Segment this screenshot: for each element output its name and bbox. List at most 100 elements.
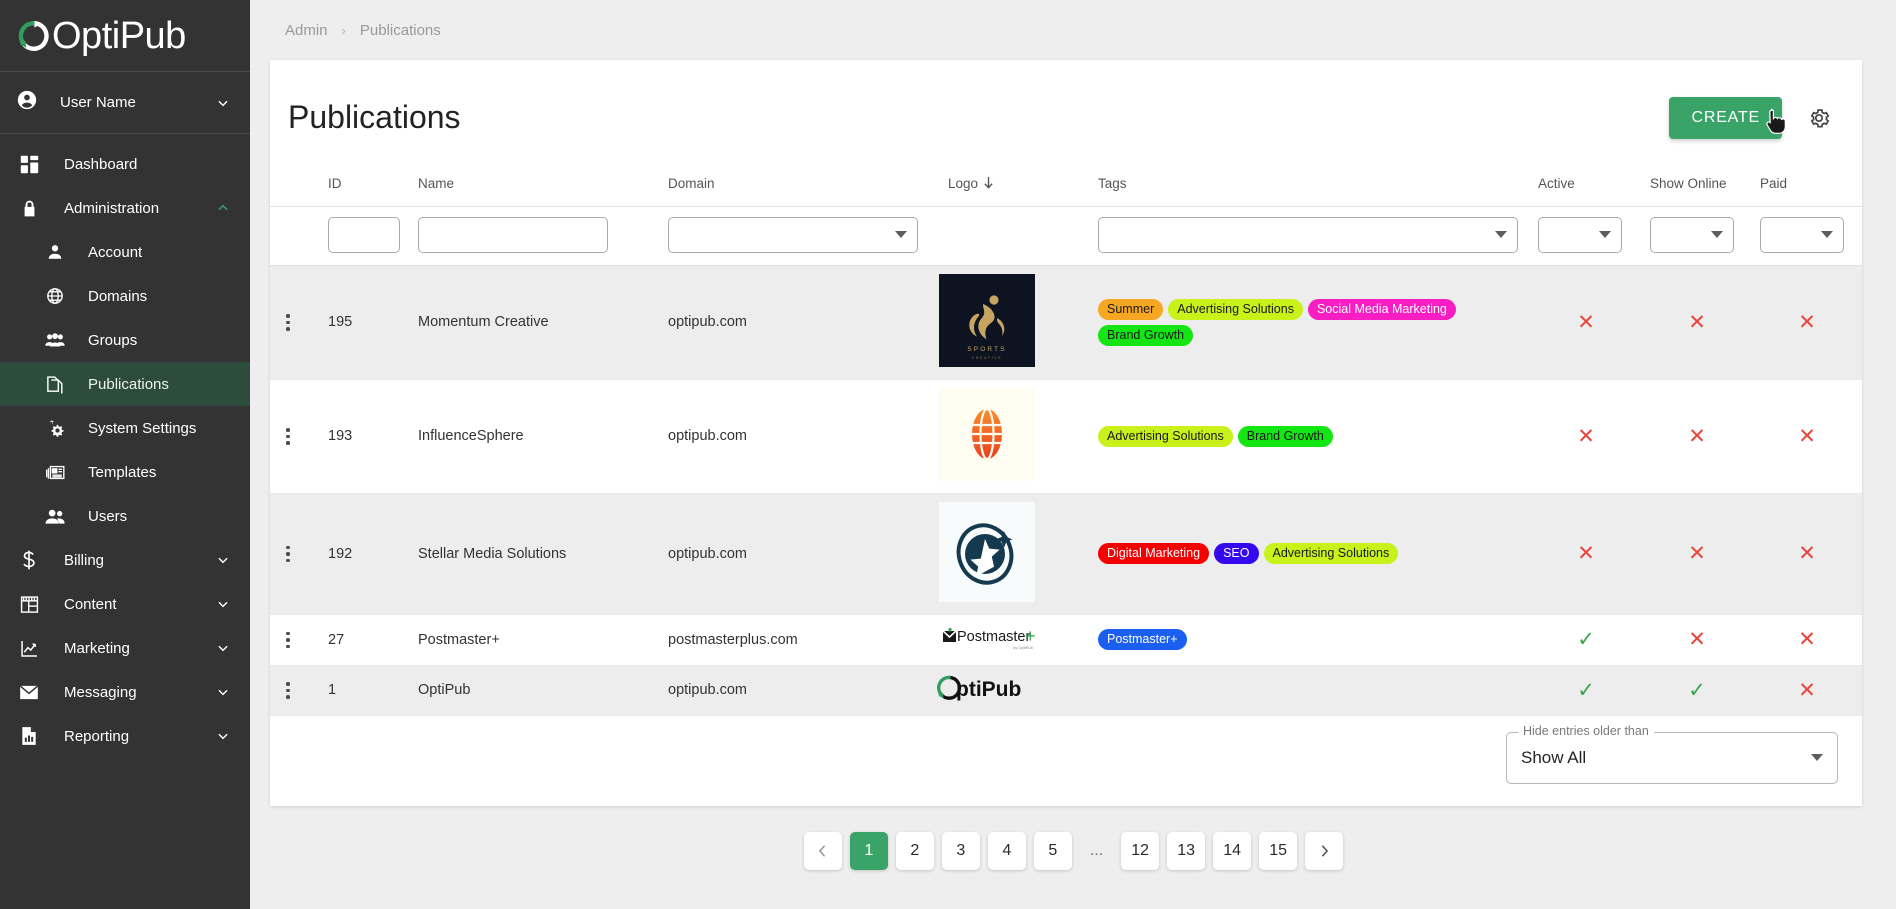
sidebar-item-users[interactable]: Users: [0, 494, 250, 538]
sidebar-item-groups[interactable]: Groups: [0, 318, 250, 362]
tag[interactable]: Brand Growth: [1098, 324, 1194, 346]
hide-entries-older-than-select[interactable]: Hide entries older than Show All: [1506, 723, 1838, 784]
sidebar-item-reporting[interactable]: Reporting: [0, 714, 250, 758]
chevron-right-icon: ›: [341, 22, 346, 38]
cell-domain-text: optipub.com: [668, 545, 747, 562]
pagination-page-12[interactable]: 12: [1121, 831, 1160, 870]
cell-id[interactable]: 195: [320, 265, 410, 380]
sidebar-item-marketing[interactable]: Marketing: [0, 626, 250, 670]
column-header-tags[interactable]: Tags: [1090, 171, 1530, 207]
filter-input-name[interactable]: [418, 216, 608, 253]
status-false-icon: ✕: [1798, 678, 1816, 702]
sidebar-item-billing[interactable]: Billing: [0, 538, 250, 582]
sidebar-item-messaging[interactable]: Messaging: [0, 670, 250, 714]
breadcrumb-publications[interactable]: Publications: [360, 22, 441, 39]
cell-active: ✓: [1530, 614, 1642, 666]
column-header-id[interactable]: ID: [320, 171, 410, 207]
lock-icon: [16, 199, 42, 218]
sidebar-item-administration[interactable]: Administration: [0, 186, 250, 230]
gear-icon[interactable]: [1804, 103, 1834, 133]
row-actions-menu-icon[interactable]: [278, 428, 298, 445]
pagination-page-3[interactable]: 3: [941, 831, 980, 870]
row-actions-menu-icon[interactable]: [278, 682, 298, 699]
brand-logo[interactable]: OptiPub: [0, 0, 250, 72]
tag[interactable]: Advertising Solutions: [1098, 425, 1233, 447]
tag[interactable]: Advertising Solutions: [1263, 543, 1399, 565]
tag[interactable]: Postmaster+: [1098, 629, 1187, 651]
table-row[interactable]: 195 Momentum Creative optipub.com SPORTS…: [270, 265, 1862, 380]
column-header-show-online[interactable]: Show Online: [1642, 171, 1752, 207]
pagination-prev[interactable]: [803, 831, 842, 870]
sidebar-item-label: Users: [88, 507, 128, 525]
column-header-paid[interactable]: Paid: [1752, 171, 1862, 207]
pagination-page-1[interactable]: 1: [849, 831, 888, 870]
chart-line-icon: [16, 639, 42, 658]
sidebar-item-domains[interactable]: Domains: [0, 274, 250, 318]
tag[interactable]: Summer: [1098, 298, 1164, 320]
sidebar-item-label: Billing: [64, 551, 105, 569]
cell-domain-text: optipub.com: [668, 428, 747, 445]
pagination-page-13[interactable]: 13: [1167, 831, 1206, 870]
sidebar-item-account[interactable]: Account: [0, 230, 250, 274]
column-header-menu: [270, 171, 320, 207]
chevron-down-icon: [216, 553, 230, 567]
status-false-icon: ✕: [1577, 424, 1595, 448]
table-row[interactable]: 27 Postmaster+ postmasterplus.com Postma…: [270, 614, 1862, 666]
cell-id[interactable]: 192: [320, 493, 410, 615]
sidebar-item-content[interactable]: Content: [0, 582, 250, 626]
filter-input-id[interactable]: [328, 216, 400, 253]
sidebar-item-templates[interactable]: Templates: [0, 450, 250, 494]
svg-text:ptiPub: ptiPub: [956, 678, 1021, 701]
sidebar-item-label: Reporting: [64, 727, 130, 745]
pagination-page-4[interactable]: 4: [987, 831, 1026, 870]
cell-id[interactable]: 1: [320, 665, 410, 716]
cell-domain-text: postmasterplus.com: [668, 631, 798, 648]
tag[interactable]: SEO: [1214, 543, 1259, 565]
cell-domain: optipub.com: [660, 379, 1090, 494]
filter-select-paid[interactable]: [1760, 216, 1844, 253]
tag[interactable]: Advertising Solutions: [1168, 298, 1303, 320]
status-false-icon: ✕: [1798, 310, 1816, 334]
column-header-domain[interactable]: Domain: [660, 171, 940, 207]
column-header-active[interactable]: Active: [1530, 171, 1642, 207]
sidebar-item-label: Templates: [88, 463, 157, 481]
sidebar-user-label: User Name: [60, 94, 136, 111]
cell-logo: SPORTS CREATIVE: [938, 273, 1036, 371]
cell-domain-text: optipub.com: [668, 682, 747, 699]
filter-select-tags[interactable]: [1098, 216, 1518, 253]
dashboard-grid-icon: [16, 155, 42, 174]
table-row[interactable]: 193 InfluenceSphere optipub.com Advertis…: [270, 379, 1862, 494]
publications-table: ID Name Domain Logo Tags Active Show Onl…: [270, 171, 1862, 716]
tag[interactable]: Digital Marketing: [1098, 543, 1210, 565]
breadcrumb-admin[interactable]: Admin: [285, 22, 328, 39]
create-button[interactable]: CREATE: [1669, 96, 1782, 139]
table-row[interactable]: 192 Stellar Media Solutions optipub.com: [270, 493, 1862, 615]
row-actions-menu-icon[interactable]: [278, 314, 298, 331]
cell-id[interactable]: 193: [320, 379, 410, 494]
tag[interactable]: Social Media Marketing: [1307, 298, 1456, 320]
column-header-name[interactable]: Name: [410, 171, 660, 207]
chevron-down-icon: [895, 231, 907, 239]
svg-text:+: +: [1025, 626, 1035, 646]
pagination-page-2[interactable]: 2: [895, 831, 934, 870]
sidebar-user-menu[interactable]: User Name: [0, 72, 250, 134]
table-row[interactable]: 1 OptiPub optipub.com ptiPub ✓ ✓ ✕: [270, 665, 1862, 716]
filter-cell-active: [1530, 206, 1642, 266]
cell-id[interactable]: 27: [320, 614, 410, 666]
row-actions-menu-icon[interactable]: [278, 545, 298, 563]
filter-select-active[interactable]: [1538, 216, 1622, 253]
row-actions-menu-icon[interactable]: [278, 631, 298, 649]
pagination-page-14[interactable]: 14: [1213, 831, 1252, 870]
tag[interactable]: Brand Growth: [1237, 425, 1333, 447]
sidebar-item-dashboard[interactable]: Dashboard: [0, 142, 250, 186]
filter-select-show-online[interactable]: [1650, 216, 1734, 253]
cell-tags: Advertising Solutions Brand Growth: [1090, 379, 1530, 494]
pagination-page-5[interactable]: 5: [1033, 831, 1072, 870]
column-header-logo[interactable]: Logo: [940, 171, 1090, 207]
content-layout-icon: [16, 595, 42, 614]
sidebar-item-publications[interactable]: Publications: [0, 362, 250, 406]
pagination-page-15[interactable]: 15: [1259, 831, 1298, 870]
pagination-next[interactable]: [1305, 831, 1344, 870]
filter-select-domain[interactable]: [668, 216, 918, 253]
sidebar-item-system-settings[interactable]: System Settings: [0, 406, 250, 450]
